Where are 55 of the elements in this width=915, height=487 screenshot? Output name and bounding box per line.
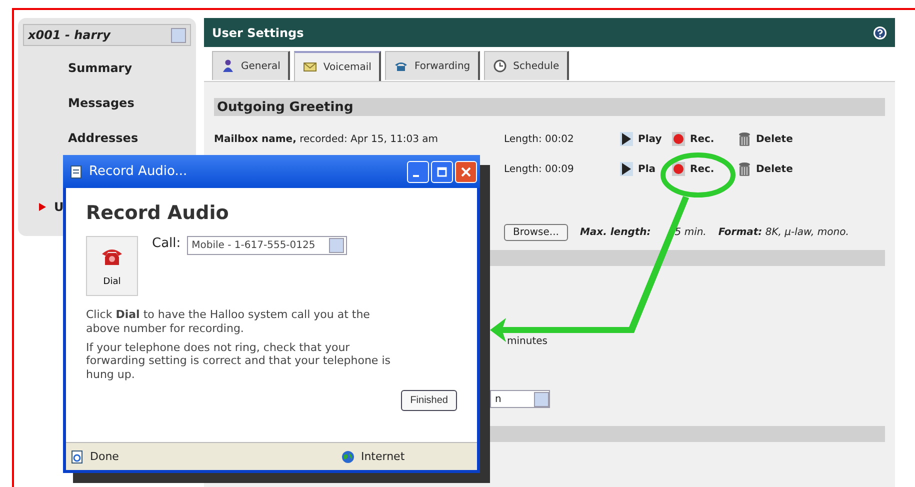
call-select[interactable]: Mobile - 1-617-555-0125: [186, 236, 348, 255]
dial-button[interactable]: Dial: [86, 236, 138, 296]
delete-link[interactable]: Delete: [756, 134, 793, 144]
recording-label: Mailbox name, recorded: Apr 15, 11:03 am: [214, 134, 439, 144]
help-icon[interactable]: [873, 26, 887, 40]
status-text: Done: [90, 450, 119, 463]
section-heading: Outgoing Greeting: [214, 98, 885, 116]
maximize-button[interactable]: [431, 160, 453, 182]
minimize-icon: [413, 174, 419, 176]
person-icon: [221, 59, 235, 73]
tab[interactable]: Schedule: [484, 51, 570, 80]
status-zone: Internet: [360, 450, 405, 463]
dropdown-field[interactable]: n: [490, 390, 550, 408]
panel-title: User Settings: [212, 26, 304, 40]
recording-length: Length: 00:09: [504, 164, 575, 174]
max-length-label: Max. length: 5 min.: [580, 226, 706, 238]
tab[interactable]: Forwarding: [385, 51, 480, 80]
instruction-text: Click Dial to have the Halloo system call you at the above number for recording.: [86, 308, 371, 336]
minimize-button[interactable]: [407, 160, 429, 182]
trash-can-icon: [738, 162, 751, 176]
maximize-icon: [437, 166, 447, 176]
format-label: Format: 8K, µ-law, mono.: [718, 226, 849, 238]
globe-icon: [340, 450, 355, 464]
record-icon: [672, 132, 685, 146]
recording-length: Length: 00:02: [504, 134, 575, 144]
sidebar-item[interactable]: Messages: [68, 96, 134, 110]
clock-icon: [493, 59, 508, 73]
finished-button[interactable]: Finished: [401, 390, 457, 411]
record-link[interactable]: Rec.: [690, 164, 714, 174]
record-icon: [672, 162, 685, 176]
page-icon: [70, 450, 84, 464]
play-link[interactable]: Play: [638, 134, 662, 144]
delete-link[interactable]: Delete: [756, 164, 793, 174]
record-link[interactable]: Rec.: [690, 134, 714, 144]
trash-can-icon: [738, 132, 751, 146]
instruction-text: If your telephone does not ring, check that your forwarding setting is correct and that your telephone is hung up.: [86, 340, 392, 382]
minutes-label: minutes: [507, 336, 548, 347]
dialog-heading: Record Audio: [86, 202, 230, 224]
play-link[interactable]: Pla: [638, 164, 656, 174]
window-title: Record Audio...: [89, 164, 188, 179]
sidebar-item[interactable]: U: [54, 200, 64, 214]
tab[interactable]: Voicemail: [294, 51, 382, 81]
sidebar-item[interactable]: Summary: [68, 60, 132, 74]
sidebar-item[interactable]: Addresses: [68, 130, 138, 144]
pointer-icon: [39, 202, 46, 210]
close-icon: [461, 166, 471, 176]
call-label: Call:: [152, 236, 181, 251]
browse-button[interactable]: Browse...: [504, 224, 568, 240]
document-icon: [69, 164, 83, 178]
envelope-icon: [303, 60, 318, 74]
close-button[interactable]: [455, 160, 477, 182]
user-select[interactable]: x001 - harry: [23, 24, 191, 46]
tab[interactable]: General: [212, 51, 290, 80]
play-icon: [620, 162, 633, 176]
play-icon: [620, 132, 633, 146]
